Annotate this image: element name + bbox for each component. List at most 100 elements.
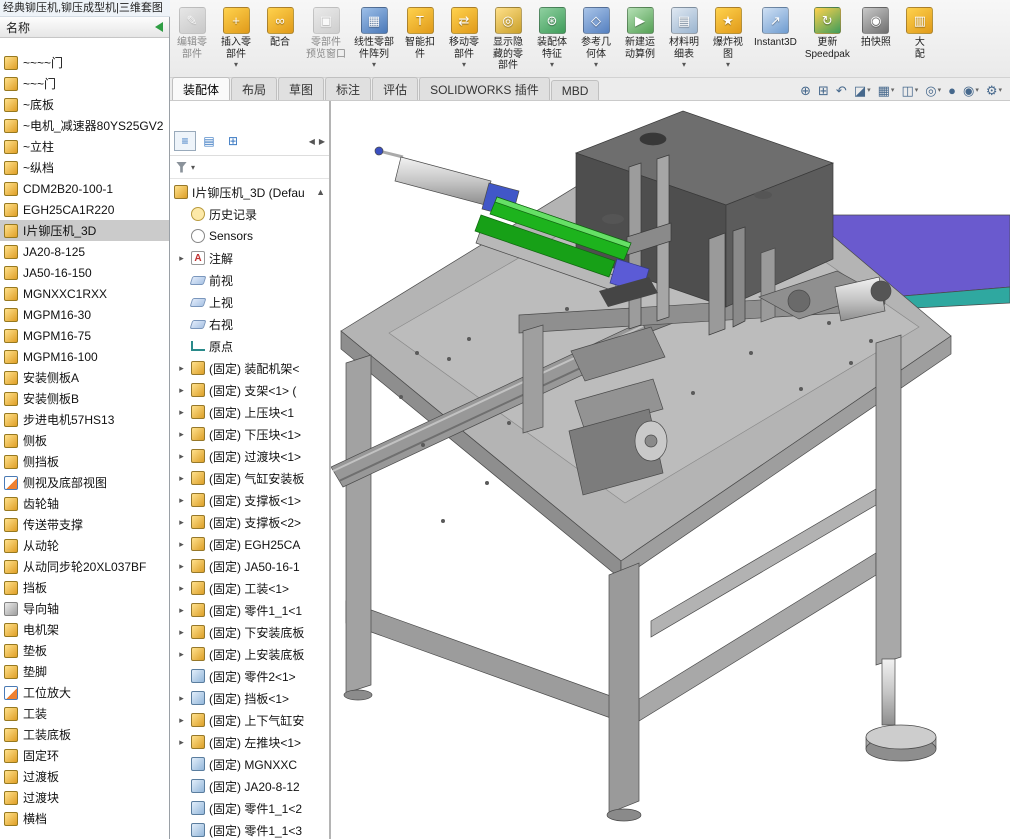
- tree-special-item[interactable]: 历史记录: [170, 203, 329, 225]
- expand-arrow-icon[interactable]: ▸: [176, 605, 187, 616]
- expand-arrow-icon[interactable]: ▸: [176, 627, 187, 638]
- tree-special-item[interactable]: 右视: [170, 313, 329, 335]
- apply-scene-icon[interactable]: ◉▾: [963, 84, 979, 97]
- list-item[interactable]: 电机架: [0, 619, 169, 640]
- toolbar-button-large-design[interactable]: ▥大配: [898, 0, 942, 77]
- expand-arrow-icon[interactable]: ▸: [176, 517, 187, 528]
- list-item[interactable]: MGPM16-30: [0, 304, 169, 325]
- expand-arrow-icon[interactable]: ▸: [176, 253, 187, 264]
- expand-arrow-icon[interactable]: ▸: [176, 385, 187, 396]
- list-item[interactable]: JA20-8-125: [0, 241, 169, 262]
- list-item[interactable]: 挡板: [0, 577, 169, 598]
- expand-arrow-icon[interactable]: ▸: [176, 473, 187, 484]
- tree-component-item[interactable]: ▸(固定) 支撑板<1>: [170, 489, 329, 511]
- expand-arrow-icon[interactable]: ▸: [176, 429, 187, 440]
- list-item[interactable]: 侧视及底部视图: [0, 472, 169, 493]
- toolbar-button-mate[interactable]: ∞配合: [258, 0, 302, 77]
- list-item[interactable]: I片铆压机_3D: [0, 220, 169, 241]
- tree-component-item[interactable]: ▸(固定) 下安装底板: [170, 621, 329, 643]
- expand-arrow-icon[interactable]: ▸: [176, 407, 187, 418]
- list-item[interactable]: 从动轮: [0, 535, 169, 556]
- list-item[interactable]: 安装侧板A: [0, 367, 169, 388]
- list-item[interactable]: ~~~门: [0, 73, 169, 94]
- expand-arrow-icon[interactable]: ▸: [176, 561, 187, 572]
- configurationmanager-tab[interactable]: ⊞: [222, 131, 244, 151]
- toolbar-button-bill-of-materials[interactable]: ▤材料明细表▾: [662, 0, 706, 77]
- view-settings-icon[interactable]: ⚙▾: [986, 84, 1002, 97]
- list-item[interactable]: MGPM16-75: [0, 325, 169, 346]
- list-item[interactable]: 横档: [0, 808, 169, 829]
- list-item[interactable]: 安装侧板B: [0, 388, 169, 409]
- tree-special-item[interactable]: 原点: [170, 335, 329, 357]
- toolbar-button-edit-component[interactable]: ✎编辑零部件: [170, 0, 214, 77]
- tab-mbd[interactable]: MBD: [551, 80, 600, 100]
- list-item[interactable]: CDM2B20-100-1: [0, 178, 169, 199]
- collapse-panel-arrow-icon[interactable]: [155, 22, 163, 32]
- list-item[interactable]: 传送带支撑: [0, 514, 169, 535]
- tree-component-item[interactable]: ▸(固定) 下压块<1>: [170, 423, 329, 445]
- hide-show-items-icon[interactable]: ◎▾: [925, 84, 941, 97]
- toolbar-button-insert-components[interactable]: +插入零部件▾: [214, 0, 258, 77]
- tree-component-item[interactable]: ▸(固定) 装配机架<: [170, 357, 329, 379]
- panel-next-arrow-icon[interactable]: ▶: [319, 137, 325, 146]
- zoom-area-icon[interactable]: ⊞: [818, 84, 829, 97]
- tree-component-item[interactable]: ▸(固定) 挡板<1>: [170, 687, 329, 709]
- list-item[interactable]: ~立柱: [0, 136, 169, 157]
- expand-arrow-icon[interactable]: ▸: [176, 363, 187, 374]
- expand-arrow-icon[interactable]: ▸: [176, 583, 187, 594]
- list-item[interactable]: 从动同步轮20XL037BF: [0, 556, 169, 577]
- filter-caret-icon[interactable]: ▾: [191, 163, 195, 172]
- viewport[interactable]: [331, 101, 1010, 839]
- tree-component-item[interactable]: ▸(固定) 支架<1> (: [170, 379, 329, 401]
- toolbar-button-instant3d[interactable]: ↗Instant3D: [750, 0, 801, 77]
- list-item[interactable]: 侧板: [0, 430, 169, 451]
- tree-component-item[interactable]: (固定) MGNXXC: [170, 753, 329, 775]
- toolbar-button-linear-component-pattern[interactable]: ▦线性零部件阵列▾: [350, 0, 398, 77]
- toolbar-button-new-motion-study[interactable]: ▶新建运动算例: [618, 0, 662, 77]
- tab-addins[interactable]: SOLIDWORKS 插件: [419, 77, 550, 100]
- list-item[interactable]: ~底板: [0, 94, 169, 115]
- tree-root-item[interactable]: I片铆压机_3D (Defau ▲: [170, 181, 329, 203]
- list-item[interactable]: 齿轮轴: [0, 493, 169, 514]
- filter-funnel-icon[interactable]: [176, 162, 187, 173]
- drive-motor[interactable]: [569, 327, 667, 495]
- toolbar-button-component-preview-window[interactable]: ▣零部件预览窗口: [302, 0, 350, 77]
- toolbar-button-assembly-features[interactable]: ⊛装配体特征▾: [530, 0, 574, 77]
- tree-component-item[interactable]: ▸(固定) EGH25CA: [170, 533, 329, 555]
- tree-special-item[interactable]: 前视: [170, 269, 329, 291]
- zoom-fit-icon[interactable]: ⊕: [800, 84, 811, 97]
- list-item[interactable]: ~~~~门: [0, 52, 169, 73]
- list-item[interactable]: EGH25CA1R220: [0, 199, 169, 220]
- list-item[interactable]: 过渡板: [0, 766, 169, 787]
- toolbar-button-take-snapshot[interactable]: ◉拍快照: [854, 0, 898, 77]
- list-item[interactable]: 工位放大: [0, 682, 169, 703]
- display-style-icon[interactable]: ◫▾: [901, 84, 918, 97]
- tab-assembly[interactable]: 装配体: [172, 77, 230, 100]
- tree-component-item[interactable]: (固定) 零件1_1<3: [170, 819, 329, 839]
- list-item[interactable]: 固定环: [0, 745, 169, 766]
- tree-component-item[interactable]: ▸(固定) 气缸安装板: [170, 467, 329, 489]
- previous-view-icon[interactable]: ↶: [836, 84, 847, 97]
- tree-component-item[interactable]: ▸(固定) 零件1_1<1: [170, 599, 329, 621]
- leveling-foot[interactable]: [866, 659, 936, 761]
- tree-component-item[interactable]: ▸(固定) 支撑板<2>: [170, 511, 329, 533]
- toolbar-button-move-component[interactable]: ⇄移动零部件▾: [442, 0, 486, 77]
- tree-special-item[interactable]: ▸A注解: [170, 247, 329, 269]
- list-item[interactable]: 工装: [0, 703, 169, 724]
- tree-component-item[interactable]: ▸(固定) 过渡块<1>: [170, 445, 329, 467]
- toolbar-button-reference-geometry[interactable]: ◇参考几何体▾: [574, 0, 618, 77]
- expand-arrow-icon[interactable]: ▸: [176, 693, 187, 704]
- toolbar-button-exploded-view[interactable]: ★爆炸视图▾: [706, 0, 750, 77]
- expand-arrow-icon[interactable]: ▸: [176, 649, 187, 660]
- tab-evaluate[interactable]: 评估: [372, 77, 418, 100]
- tree-component-item[interactable]: ▸(固定) 上下气缸安: [170, 709, 329, 731]
- tree-component-item[interactable]: ▸(固定) JA50-16-1: [170, 555, 329, 577]
- panel-prev-arrow-icon[interactable]: ◀: [309, 137, 315, 146]
- list-item[interactable]: 过渡块: [0, 787, 169, 808]
- list-item[interactable]: 侧挡板: [0, 451, 169, 472]
- tab-markup[interactable]: 标注: [325, 77, 371, 100]
- expand-arrow-icon[interactable]: ▸: [176, 451, 187, 462]
- list-item[interactable]: ~电机_减速器80YS25GV2: [0, 115, 169, 136]
- tree-component-item[interactable]: ▸(固定) 上压块<1: [170, 401, 329, 423]
- tree-component-item[interactable]: (固定) JA20-8-12: [170, 775, 329, 797]
